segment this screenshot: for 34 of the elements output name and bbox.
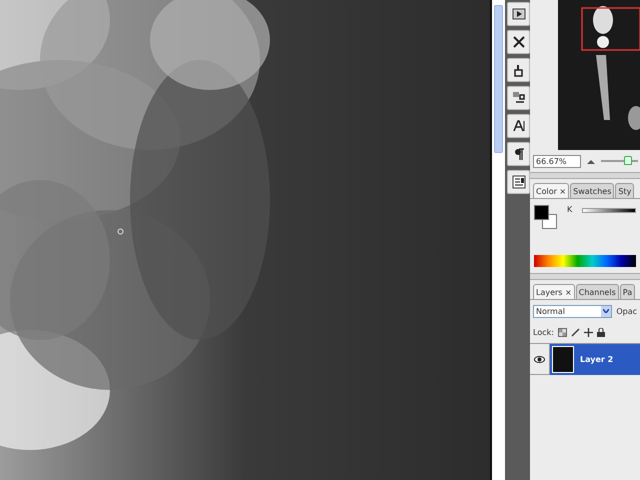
brush-cursor-icon <box>117 228 124 235</box>
dock-button[interactable] <box>507 142 530 166</box>
scrollbar-thumb[interactable] <box>494 5 503 153</box>
dock-button[interactable] <box>507 170 530 194</box>
panel-tab[interactable]: Sty <box>615 183 634 198</box>
color-spectrum[interactable] <box>534 255 636 267</box>
lock-label: Lock: <box>533 328 554 337</box>
lock-icon[interactable] <box>596 328 605 337</box>
panel-tab[interactable]: Swatches <box>570 183 614 198</box>
dock-button[interactable] <box>507 86 530 110</box>
move-icon[interactable] <box>584 328 593 337</box>
panel-tab[interactable]: Channels <box>576 284 619 299</box>
caret-icon <box>603 309 610 313</box>
layer-comps-icon <box>512 175 526 189</box>
play-icon <box>512 7 526 21</box>
zoom-out-icon[interactable] <box>587 158 595 164</box>
channel-label: K <box>567 205 572 216</box>
dock-button[interactable] <box>507 2 530 26</box>
eye-icon[interactable] <box>534 356 545 362</box>
layer-row[interactable]: Layer 2 <box>550 344 640 374</box>
opacity-label: Opac <box>616 306 637 316</box>
blend-mode-dropdown[interactable]: Normal <box>533 304 612 318</box>
color-ramp <box>582 208 636 213</box>
color-swatches-icon[interactable] <box>534 205 557 229</box>
dock-button[interactable] <box>507 58 530 82</box>
dock-button[interactable] <box>507 114 530 138</box>
type-icon <box>512 119 526 133</box>
panel-tab[interactable]: Color × <box>533 183 570 198</box>
lock-transparency-icon[interactable] <box>558 328 567 337</box>
panel-tab[interactable]: Pa <box>620 284 636 299</box>
panel-tab[interactable]: Layers × <box>533 284 575 299</box>
zoom-field[interactable]: 66.67% <box>533 154 581 168</box>
dock-button[interactable] <box>507 30 530 54</box>
layer-thumbnail <box>552 346 574 372</box>
